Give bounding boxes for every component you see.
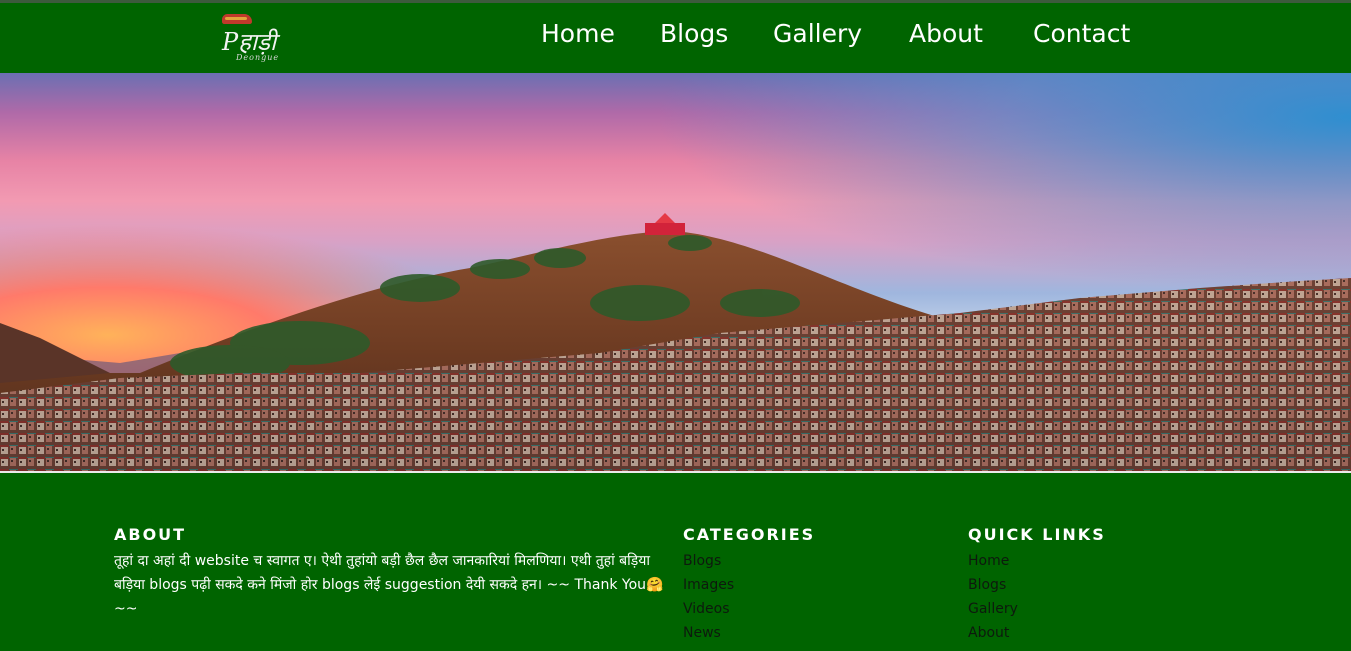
category-link-blogs[interactable]: Blogs xyxy=(683,553,721,569)
quick-link-gallery[interactable]: Gallery xyxy=(968,601,1018,617)
quick-link-home[interactable]: Home xyxy=(968,553,1009,569)
list-item: News xyxy=(683,625,734,649)
nav-home[interactable]: Home xyxy=(541,19,615,48)
nav-gallery[interactable]: Gallery xyxy=(773,19,862,48)
site-logo[interactable]: Pहाड़ी Deongue xyxy=(218,13,298,65)
hero-banner-image xyxy=(0,73,1351,473)
quick-links-heading: QUICK LINKS xyxy=(968,525,1106,544)
quick-links-list: Home Blogs Gallery About xyxy=(968,553,1018,649)
list-item: Blogs xyxy=(968,577,1018,601)
pahadi-cap-icon xyxy=(222,14,252,24)
about-text: तूहां दा अहां दी website च स्वागत ए। ऐथी… xyxy=(114,553,664,617)
hillside-town-illustration xyxy=(0,213,1351,473)
nav-contact[interactable]: Contact xyxy=(1033,19,1130,48)
quick-link-about[interactable]: About xyxy=(968,625,1009,641)
nav-about[interactable]: About xyxy=(909,19,983,48)
list-item: Home xyxy=(968,553,1018,577)
list-item: Images xyxy=(683,577,734,601)
logo-sub-text: Deongue xyxy=(236,53,280,62)
nav-blogs[interactable]: Blogs xyxy=(660,19,728,48)
category-link-news[interactable]: News xyxy=(683,625,721,641)
quick-link-blogs[interactable]: Blogs xyxy=(968,577,1006,593)
category-link-videos[interactable]: Videos xyxy=(683,601,730,617)
categories-list: Blogs Images Videos News xyxy=(683,553,734,649)
list-item: Blogs xyxy=(683,553,734,577)
categories-heading: CATEGORIES xyxy=(683,525,816,544)
about-heading: ABOUT xyxy=(114,525,187,544)
list-item: About xyxy=(968,625,1018,649)
list-item: Gallery xyxy=(968,601,1018,625)
top-navbar: Pहाड़ी Deongue Home Blogs Gallery About … xyxy=(0,0,1351,73)
category-link-images[interactable]: Images xyxy=(683,577,734,593)
list-item: Videos xyxy=(683,601,734,625)
site-footer: ABOUT तूहां दा अहां दी website च स्वागत … xyxy=(0,475,1351,651)
